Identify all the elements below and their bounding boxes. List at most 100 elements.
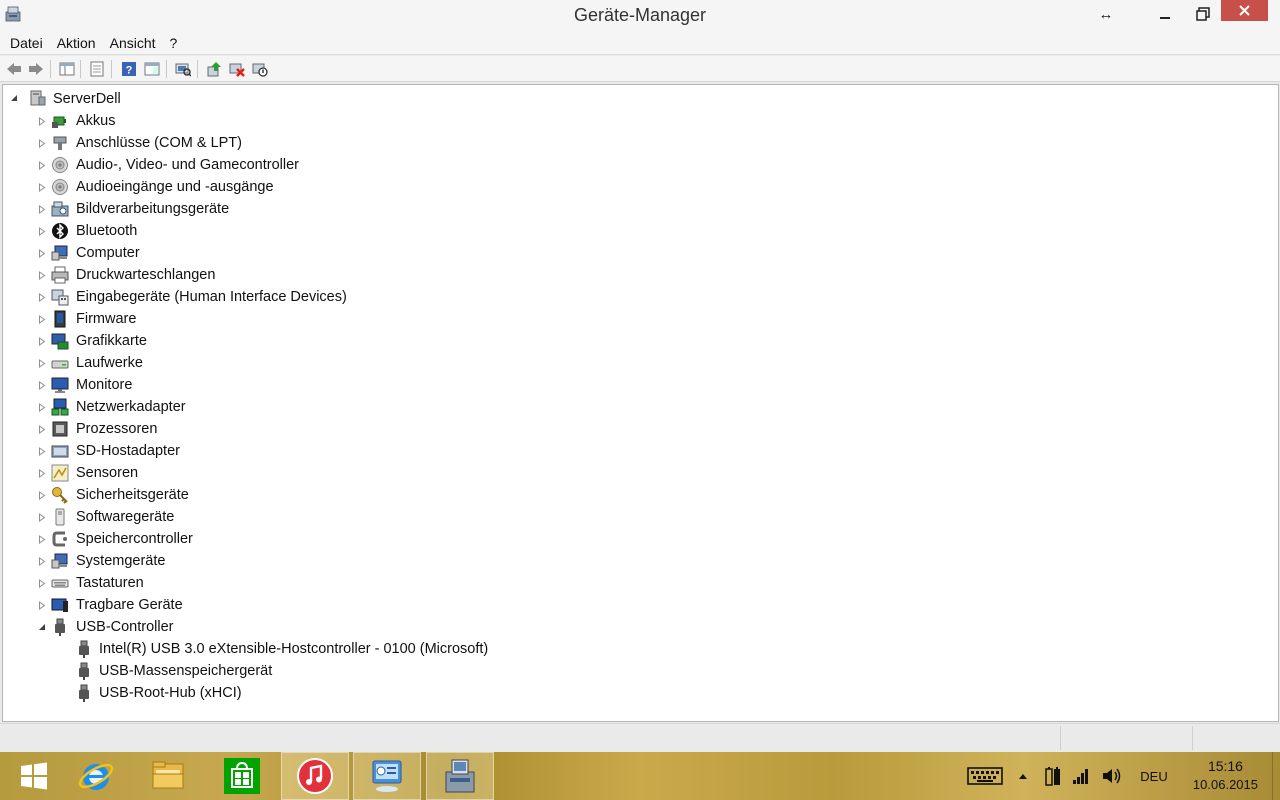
tree-category-bildverarbeitungsgeraete[interactable]: Bildverarbeitungsgeräte xyxy=(76,201,229,217)
tree-category-laufwerke[interactable]: Laufwerke xyxy=(76,355,143,371)
scan-hardware-icon[interactable] xyxy=(174,60,192,78)
clock[interactable]: 15:16 10.06.2015 xyxy=(1193,758,1258,792)
computer-expand-toggle[interactable] xyxy=(37,248,47,258)
keyboard-icon xyxy=(51,579,69,588)
update-driver-icon[interactable] xyxy=(205,60,223,78)
usb-controller-expand-toggle[interactable] xyxy=(37,622,47,632)
console-tree-icon[interactable] xyxy=(58,60,76,78)
maximize-button[interactable] xyxy=(1190,0,1216,28)
tree-category-speichercontroller[interactable]: Speichercontroller xyxy=(76,531,193,547)
back-icon[interactable] xyxy=(5,60,23,78)
tree-category-sicherheitsgeraete[interactable]: Sicherheitsgeräte xyxy=(76,487,189,503)
tree-usb-device-item[interactable]: USB-Root-Hub (xHCI) xyxy=(99,685,242,701)
root-collapse-toggle[interactable] xyxy=(9,93,19,103)
laufwerke-expand-toggle[interactable] xyxy=(37,358,47,368)
speichercontroller-expand-toggle[interactable] xyxy=(37,534,47,544)
taskbar-windows-store[interactable] xyxy=(208,752,276,800)
tree-category-tastaturen[interactable]: Tastaturen xyxy=(76,575,144,591)
tree-category-usb-controller[interactable]: USB-Controller xyxy=(76,619,174,635)
systemgeraete-expand-toggle[interactable] xyxy=(37,556,47,566)
title-bar[interactable]: Geräte-Manager ↔ xyxy=(0,0,1280,31)
audioeingaenge-und-ausgaenge-expand-toggle[interactable] xyxy=(37,182,47,192)
sd-hostadapter-expand-toggle[interactable] xyxy=(37,446,47,456)
folder-icon xyxy=(152,761,184,789)
sicherheitsgeraete-expand-toggle[interactable] xyxy=(37,490,47,500)
network-signal-icon[interactable] xyxy=(1070,752,1092,800)
tragbare-geraete-expand-toggle[interactable] xyxy=(37,600,47,610)
tree-category-grafikkarte[interactable]: Grafikkarte xyxy=(76,333,147,349)
start-button[interactable] xyxy=(0,752,68,800)
tree-category-audioeingaenge-und-ausgaenge[interactable]: Audioeingänge und -ausgänge xyxy=(76,179,274,195)
battery-tray-icon[interactable] xyxy=(1042,752,1064,800)
taskbar-itunes[interactable] xyxy=(281,752,349,800)
tree-category-systemgeraete[interactable]: Systemgeräte xyxy=(76,553,165,569)
menu-bar: Datei Aktion Ansicht ? xyxy=(0,31,1280,55)
tree-root-label[interactable]: ServerDell xyxy=(53,91,121,107)
taskbar-control-panel[interactable] xyxy=(353,752,421,800)
eingabegeraete-human-interface-devices-expand-toggle[interactable] xyxy=(37,292,47,302)
taskbar-file-explorer[interactable] xyxy=(135,752,203,800)
status-divider xyxy=(1192,726,1193,750)
network-icon xyxy=(51,398,69,416)
show-hidden-icons-icon[interactable] xyxy=(1014,752,1032,800)
uninstall-driver-icon[interactable] xyxy=(228,60,246,78)
tree-category-akkus[interactable]: Akkus xyxy=(76,113,116,129)
akkus-expand-toggle[interactable] xyxy=(37,116,47,126)
disk-drive-icon xyxy=(51,360,69,369)
close-button[interactable] xyxy=(1221,0,1268,21)
tree-category-prozessoren[interactable]: Prozessoren xyxy=(76,421,157,437)
tree-category-audio-video-und-gamecontroller[interactable]: Audio-, Video- und Gamecontroller xyxy=(76,157,299,173)
taskbar-internet-explorer[interactable] xyxy=(62,752,130,800)
computer-root-icon xyxy=(30,90,46,106)
sensoren-expand-toggle[interactable] xyxy=(37,468,47,478)
action-pane-icon[interactable] xyxy=(143,60,161,78)
firmware-icon xyxy=(54,310,66,328)
menu-help[interactable]: ? xyxy=(165,31,183,55)
tree-category-eingabegeraete-human-interface-devices[interactable]: Eingabegeräte (Human Interface Devices) xyxy=(76,289,347,305)
resize-icon[interactable]: ↔ xyxy=(1093,0,1119,28)
tree-category-computer[interactable]: Computer xyxy=(76,245,140,261)
tree-category-firmware[interactable]: Firmware xyxy=(76,311,136,327)
monitor-icon xyxy=(51,377,69,393)
grafikkarte-expand-toggle[interactable] xyxy=(37,336,47,346)
softwaregeraete-expand-toggle[interactable] xyxy=(37,512,47,522)
netzwerkadapter-expand-toggle[interactable] xyxy=(37,402,47,412)
anschluesse-com-lpt-expand-toggle[interactable] xyxy=(37,138,47,148)
tree-category-tragbare-geraete[interactable]: Tragbare Geräte xyxy=(76,597,183,613)
input-language[interactable]: DEU xyxy=(1136,752,1172,800)
tree-usb-device-item[interactable]: USB-Massenspeichergerät xyxy=(99,663,272,679)
tree-category-sensoren[interactable]: Sensoren xyxy=(76,465,138,481)
menu-aktion[interactable]: Aktion xyxy=(52,31,101,55)
tree-category-monitore[interactable]: Monitore xyxy=(76,377,132,393)
tree-usb-device-item[interactable]: Intel(R) USB 3.0 eXtensible-Hostcontroll… xyxy=(99,641,488,657)
monitore-expand-toggle[interactable] xyxy=(37,380,47,390)
show-desktop-button[interactable] xyxy=(1272,752,1280,800)
tree-category-bluetooth[interactable]: Bluetooth xyxy=(76,223,137,239)
device-tree[interactable]: ServerDell Akkus Anschlüsse (COM & LPT) Au… xyxy=(2,84,1279,722)
tastaturen-expand-toggle[interactable] xyxy=(37,578,47,588)
internet-explorer-icon xyxy=(78,763,114,790)
computer-icon xyxy=(51,245,68,261)
properties-icon[interactable] xyxy=(88,60,106,78)
tree-category-softwaregeraete[interactable]: Softwaregeräte xyxy=(76,509,174,525)
taskbar-device-manager[interactable] xyxy=(426,752,494,800)
touch-keyboard-icon[interactable] xyxy=(966,752,1004,800)
bluetooth-expand-toggle[interactable] xyxy=(37,226,47,236)
tree-category-druckwarteschlangen[interactable]: Druckwarteschlangen xyxy=(76,267,215,283)
firmware-expand-toggle[interactable] xyxy=(37,314,47,324)
bildverarbeitungsgeraete-expand-toggle[interactable] xyxy=(37,204,47,214)
druckwarteschlangen-expand-toggle[interactable] xyxy=(37,270,47,280)
forward-icon[interactable] xyxy=(27,60,45,78)
menu-ansicht[interactable]: Ansicht xyxy=(105,31,161,55)
volume-icon[interactable] xyxy=(1100,752,1124,800)
help-icon[interactable]: ? xyxy=(120,60,138,78)
menu-datei[interactable]: Datei xyxy=(0,31,48,55)
tree-category-netzwerkadapter[interactable]: Netzwerkadapter xyxy=(76,399,186,415)
taskbar: DEU 15:16 10.06.2015 xyxy=(0,752,1280,800)
audio-video-und-gamecontroller-expand-toggle[interactable] xyxy=(37,160,47,170)
tree-category-sd-hostadapter[interactable]: SD-Hostadapter xyxy=(76,443,180,459)
tree-category-anschluesse-com-lpt[interactable]: Anschlüsse (COM & LPT) xyxy=(76,135,242,151)
minimize-button[interactable] xyxy=(1152,0,1178,28)
disable-device-icon[interactable] xyxy=(251,60,269,78)
prozessoren-expand-toggle[interactable] xyxy=(37,424,47,434)
